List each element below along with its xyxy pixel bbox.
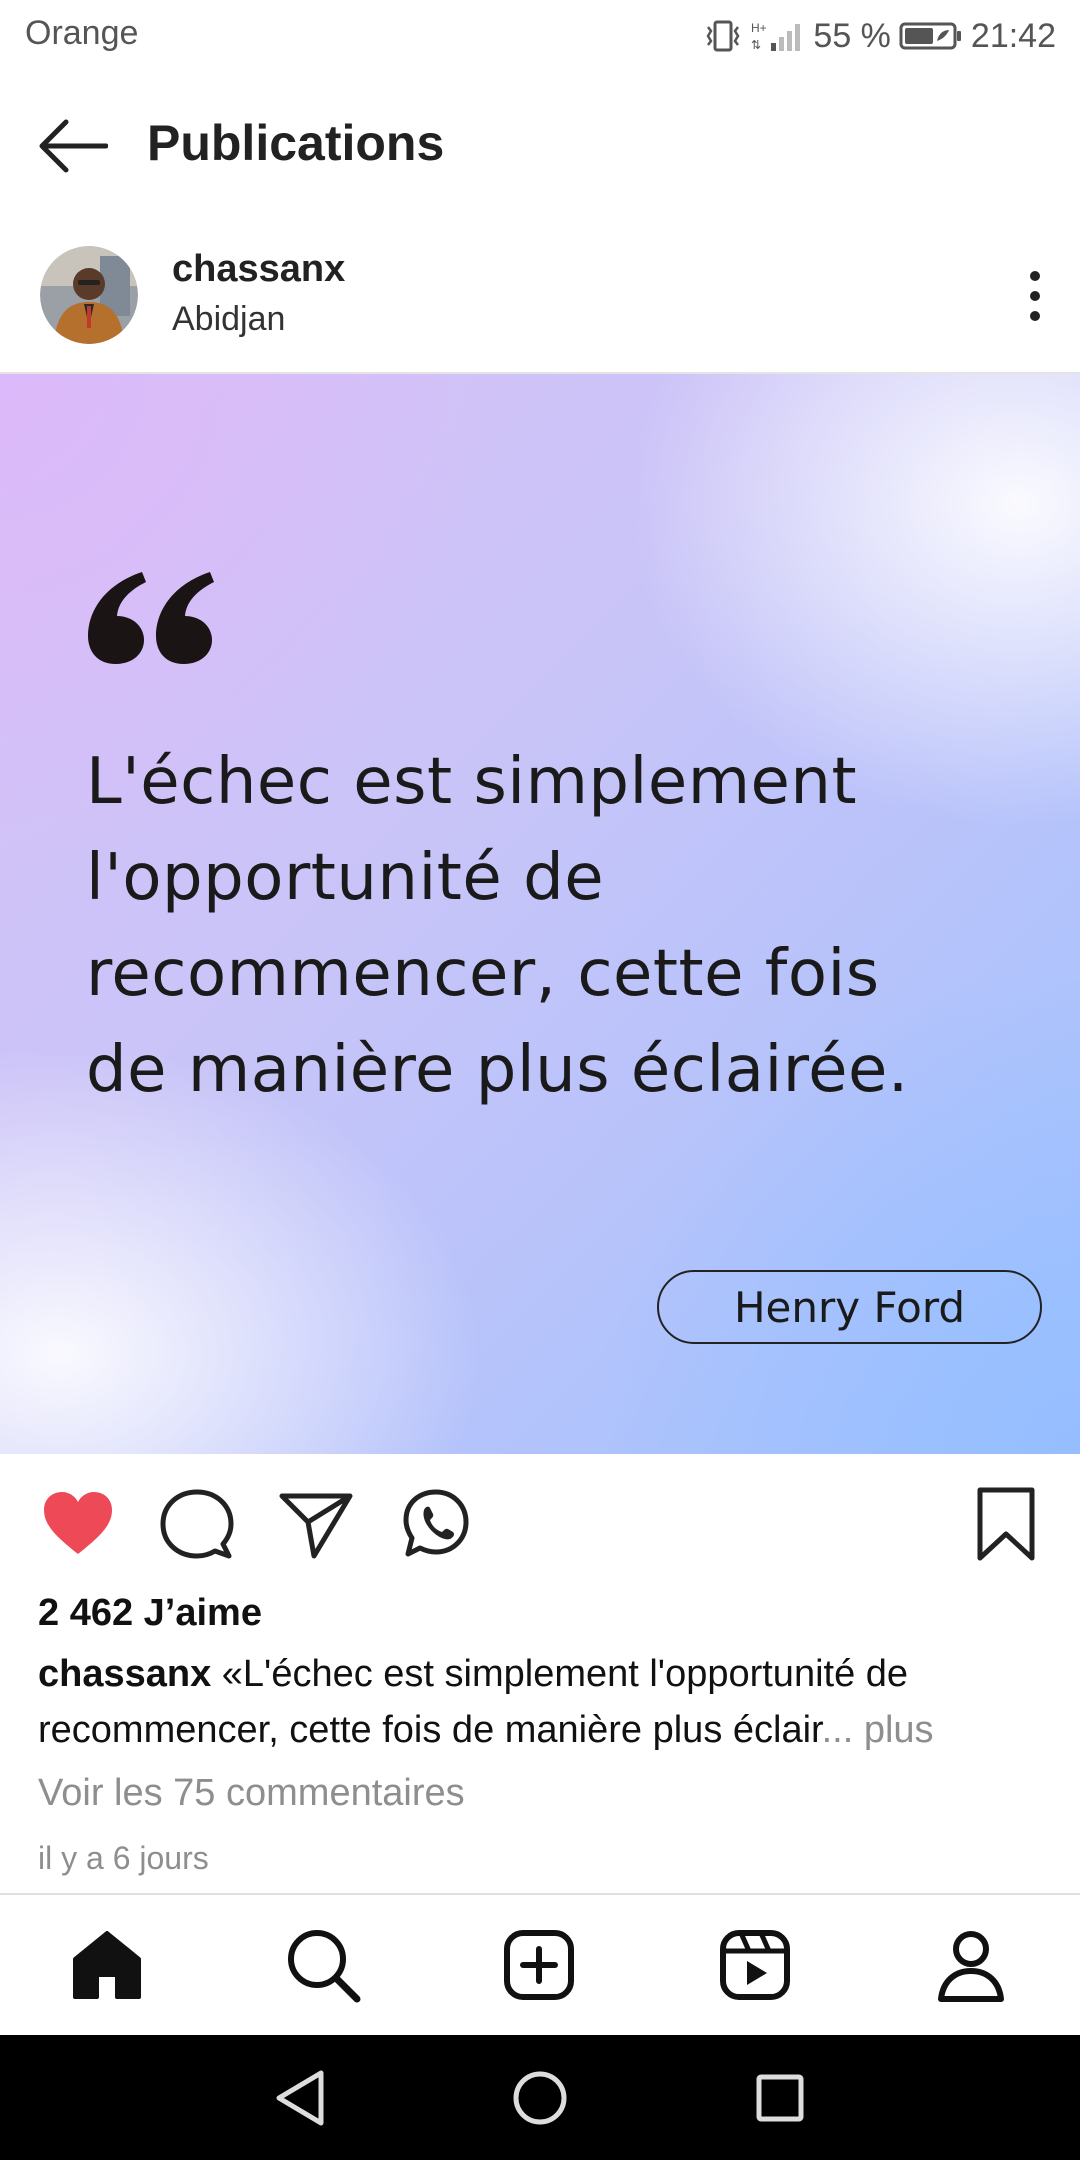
post-header: chassanx Abidjan	[0, 240, 1080, 370]
status-bar: Orange H+ ⇅ 55 % 21:42	[0, 0, 1080, 72]
reels-icon[interactable]	[715, 1925, 795, 2005]
battery-percent: 55 %	[813, 16, 891, 55]
post-username[interactable]: chassanx	[172, 248, 345, 291]
quote-line: de manière plus éclairée.	[86, 1033, 909, 1107]
back-triangle-icon[interactable]	[265, 2063, 335, 2133]
signal-icon: H+ ⇅	[751, 19, 805, 53]
quote-line: l'opportunité de	[86, 841, 605, 915]
carrier-name: Orange	[25, 14, 139, 52]
caption-text-continued: recommencer, cette fois de manière plus …	[38, 1709, 822, 1751]
caption-more-link[interactable]: ... plus	[822, 1709, 934, 1751]
profile-icon[interactable]	[931, 1925, 1011, 2005]
comment-icon[interactable]	[157, 1484, 237, 1564]
more-vertical-icon[interactable]	[1020, 266, 1050, 326]
bottom-nav	[0, 1895, 1080, 2035]
like-count[interactable]: 2 462 J’aime	[38, 1592, 262, 1635]
system-nav-bar	[0, 2035, 1080, 2160]
svg-text:H+: H+	[751, 21, 767, 35]
quote-line: L'échec est simplement	[86, 745, 858, 819]
home-circle-icon[interactable]	[505, 2063, 575, 2133]
post-image[interactable]: L'échec est simplement l'opportunité de …	[0, 374, 1080, 1454]
avatar[interactable]	[40, 246, 138, 344]
arrow-left-icon[interactable]	[36, 118, 109, 174]
svg-text:⇅: ⇅	[751, 38, 761, 52]
clock-time: 21:42	[970, 16, 1056, 55]
vibrate-icon	[703, 19, 743, 53]
bookmark-icon[interactable]	[966, 1484, 1046, 1564]
status-indicators: H+ ⇅ 55 % 21:42	[703, 12, 1056, 60]
caption-username[interactable]: chassanx	[38, 1653, 211, 1695]
page-title: Publications	[147, 115, 445, 171]
post-timestamp: il y a 6 jours	[38, 1840, 209, 1876]
caption-text: «L'échec est simplement l'opportunité de	[211, 1653, 909, 1695]
send-icon[interactable]	[276, 1484, 356, 1564]
recents-square-icon[interactable]	[745, 2063, 815, 2133]
quote-text: L'échec est simplement l'opportunité de …	[86, 734, 986, 1118]
quote-line: recommencer, cette fois	[86, 937, 880, 1011]
home-icon[interactable]	[67, 1925, 147, 2005]
post-location[interactable]: Abidjan	[172, 300, 285, 339]
view-comments-link[interactable]: Voir les 75 commentaires	[38, 1772, 465, 1815]
add-post-icon[interactable]	[499, 1925, 579, 2005]
post-actions	[0, 1484, 1080, 1564]
quote-mark-icon	[86, 570, 214, 666]
whatsapp-icon[interactable]	[396, 1484, 476, 1564]
app-header: Publications	[0, 100, 1080, 190]
post-caption: chassanx «L'échec est simplement l'oppor…	[38, 1646, 1048, 1758]
search-icon[interactable]	[283, 1925, 363, 2005]
quote-author: Henry Ford	[657, 1270, 1042, 1344]
battery-icon	[899, 21, 963, 51]
heart-filled-icon[interactable]	[38, 1484, 118, 1564]
